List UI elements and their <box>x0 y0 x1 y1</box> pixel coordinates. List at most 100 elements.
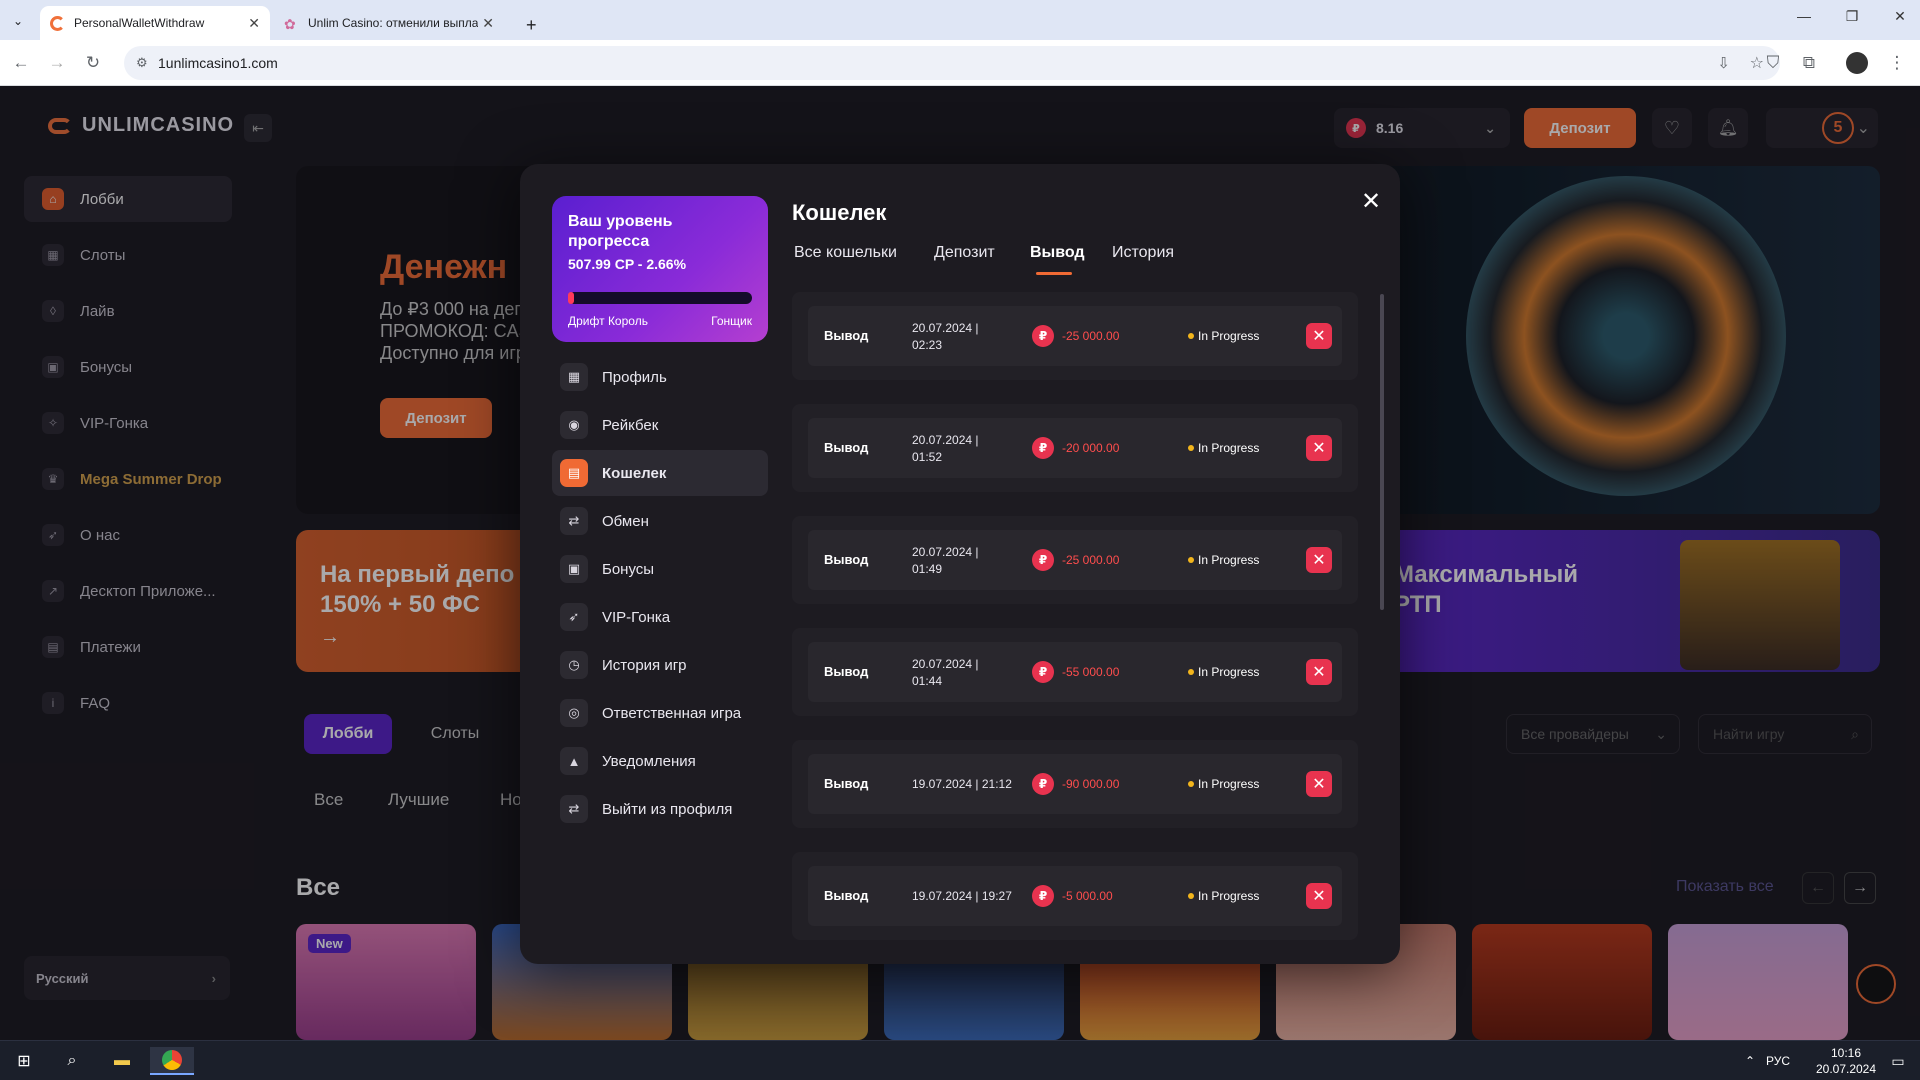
transaction-amount: -20 000.00 <box>1062 441 1120 455</box>
transaction-list-scrollbar[interactable] <box>1380 294 1384 610</box>
taskbar-clock[interactable]: 10:16 20.07.2024 <box>1806 1045 1886 1077</box>
progress-card: Ваш уровень прогресса 507.99 CP - 2.66% … <box>552 196 768 342</box>
cancel-withdrawal-button[interactable]: ✕ <box>1306 771 1332 797</box>
site-info-icon[interactable]: ⚙ <box>136 55 148 71</box>
browser-tab-active[interactable]: PersonalWalletWithdraw ✕ <box>40 6 270 40</box>
cancel-withdrawal-button[interactable]: ✕ <box>1306 323 1332 349</box>
transaction-row: Вывод 20.07.2024 | 01:44 ₽ -55 000.00 In… <box>792 628 1358 716</box>
menu-item-vip-race[interactable]: ➶ VIP-Гонка <box>552 594 768 640</box>
transaction-amount: -5 000.00 <box>1062 889 1113 903</box>
chrome-taskbar-icon[interactable] <box>150 1047 194 1075</box>
menu-item-wallet[interactable]: ▤ Кошелек <box>552 450 768 496</box>
notification-center-icon[interactable]: ▭ <box>1884 1047 1912 1075</box>
transaction-row: Вывод 20.07.2024 | 01:49 ₽ -25 000.00 In… <box>792 516 1358 604</box>
reload-icon[interactable]: ↻ <box>80 50 106 76</box>
tray-chevron-icon[interactable]: ⌃ <box>1736 1047 1764 1075</box>
wallet-title: Кошелек <box>792 200 887 225</box>
menu-item-logout[interactable]: ⇄ Выйти из профиля <box>552 786 768 832</box>
menu-item-responsible-gaming[interactable]: ◎ Ответственная игра <box>552 690 768 736</box>
transaction-status: In Progress <box>1198 777 1260 791</box>
clock-icon: ◷ <box>560 651 588 679</box>
transaction-row: Вывод 19.07.2024 | 19:27 ₽ -5 000.00 In … <box>792 852 1358 940</box>
transaction-list[interactable]: Вывод 20.07.2024 | 02:23 ₽ -25 000.00 In… <box>792 292 1366 952</box>
casino-page: UNLIMCASINO ⇤ ₽ 8.16 ⌄ Депозит ♡ 🔔︎ 5 ⌄ … <box>0 86 1920 1040</box>
close-tab-icon[interactable]: ✕ <box>248 15 260 32</box>
status-dot <box>1188 445 1194 451</box>
ruble-icon: ₽ <box>1032 885 1054 907</box>
progress-to-level: Гонщик <box>711 314 752 328</box>
menu-item-profile[interactable]: ▦ Профиль <box>552 354 768 400</box>
window-close-icon[interactable]: ✕ <box>1888 8 1912 25</box>
eye-icon: ◎ <box>560 699 588 727</box>
tab-deposit[interactable]: Депозит <box>934 244 995 262</box>
tab-withdraw[interactable]: Вывод <box>1030 244 1085 262</box>
transaction-row: Вывод 20.07.2024 | 01:52 ₽ -20 000.00 In… <box>792 404 1358 492</box>
input-language[interactable]: РУС <box>1766 1054 1790 1068</box>
back-arrow-icon[interactable]: ← <box>8 50 34 76</box>
cancel-withdrawal-button[interactable]: ✕ <box>1306 659 1332 685</box>
menu-item-bonuses[interactable]: ▣ Бонусы <box>552 546 768 592</box>
exchange-icon: ⇄ <box>560 507 588 535</box>
browser-tab-strip: ⌄ PersonalWalletWithdraw ✕ ✿ Unlim Casin… <box>0 0 1920 40</box>
close-modal-icon[interactable]: ✕ <box>1358 188 1384 215</box>
wallet-icon: ▤ <box>560 459 588 487</box>
progress-from-level: Дрифт Король <box>568 314 648 328</box>
tab-list-button[interactable]: ⌄ <box>6 10 30 32</box>
file-explorer-icon[interactable]: ▬ <box>108 1047 136 1075</box>
tab-all-wallets[interactable]: Все кошельки <box>794 244 897 262</box>
transaction-date: 20.07.2024 | 01:52 <box>912 433 979 464</box>
tab-history[interactable]: История <box>1112 244 1174 262</box>
ruble-icon: ₽ <box>1032 773 1054 795</box>
wallet-modal: Ваш уровень прогресса 507.99 CP - 2.66% … <box>520 164 1400 964</box>
transaction-status: In Progress <box>1198 889 1260 903</box>
transaction-date: 20.07.2024 | 02:23 <box>912 321 979 352</box>
status-dot <box>1188 893 1194 899</box>
ruble-icon: ₽ <box>1032 661 1054 683</box>
cancel-withdrawal-button[interactable]: ✕ <box>1306 435 1332 461</box>
transaction-status: In Progress <box>1198 441 1260 455</box>
url-text: 1unlimcasino1.com <box>158 55 278 71</box>
windows-start-icon[interactable]: ⊞ <box>10 1047 38 1075</box>
close-tab-icon[interactable]: ✕ <box>482 15 494 32</box>
minimize-icon[interactable]: — <box>1792 8 1816 24</box>
transaction-amount: -55 000.00 <box>1062 665 1120 679</box>
status-dot <box>1188 557 1194 563</box>
menu-item-exchange[interactable]: ⇄ Обмен <box>552 498 768 544</box>
bell-icon: ▲ <box>560 747 588 775</box>
cancel-withdrawal-button[interactable]: ✕ <box>1306 547 1332 573</box>
transaction-amount: -25 000.00 <box>1062 553 1120 567</box>
status-dot <box>1188 781 1194 787</box>
transaction-date: 19.07.2024 | 19:27 <box>912 889 1012 903</box>
profile-avatar[interactable] <box>1846 52 1868 74</box>
extensions-icon[interactable]: ⧉ <box>1796 50 1822 76</box>
transaction-status: In Progress <box>1198 665 1260 679</box>
transaction-status: In Progress <box>1198 329 1260 343</box>
status-dot <box>1188 333 1194 339</box>
transaction-date: 20.07.2024 | 01:49 <box>912 545 979 576</box>
shield-extension-icon[interactable]: ⛉ <box>1760 50 1786 76</box>
ruble-icon: ₽ <box>1032 325 1054 347</box>
new-tab-plus-icon[interactable]: + <box>516 8 547 42</box>
forward-arrow-icon[interactable]: → <box>44 50 70 76</box>
progress-fill <box>568 292 574 304</box>
browser-tab[interactable]: ✿ Unlim Casino: отменили выпла ✕ <box>274 6 504 40</box>
browser-menu-icon[interactable]: ⋮ <box>1884 50 1910 76</box>
ruble-icon: ₽ <box>1032 437 1054 459</box>
casino-favicon <box>50 15 65 31</box>
menu-item-game-history[interactable]: ◷ История игр <box>552 642 768 688</box>
search-icon[interactable]: ⌕ <box>58 1047 86 1075</box>
install-icon[interactable]: ⇩ <box>1717 54 1730 72</box>
windows-taskbar: ⊞ ⌕ ▬ ⌃ РУС 10:16 20.07.2024 ▭ <box>0 1040 1920 1080</box>
transaction-amount: -25 000.00 <box>1062 329 1120 343</box>
transaction-amount: -90 000.00 <box>1062 777 1120 791</box>
restore-icon[interactable]: ❐ <box>1840 8 1864 25</box>
progress-bar <box>568 292 752 304</box>
menu-item-notifications[interactable]: ▲ Уведомления <box>552 738 768 784</box>
cancel-withdrawal-button[interactable]: ✕ <box>1306 883 1332 909</box>
menu-item-rakeback[interactable]: ◉ Рейкбек <box>552 402 768 448</box>
status-dot <box>1188 669 1194 675</box>
profile-icon: ▦ <box>560 363 588 391</box>
tab-title: PersonalWalletWithdraw <box>74 16 205 30</box>
ruble-icon: ₽ <box>1032 549 1054 571</box>
address-bar[interactable]: ⚙ 1unlimcasino1.com ⇩ ☆ <box>124 46 1780 80</box>
